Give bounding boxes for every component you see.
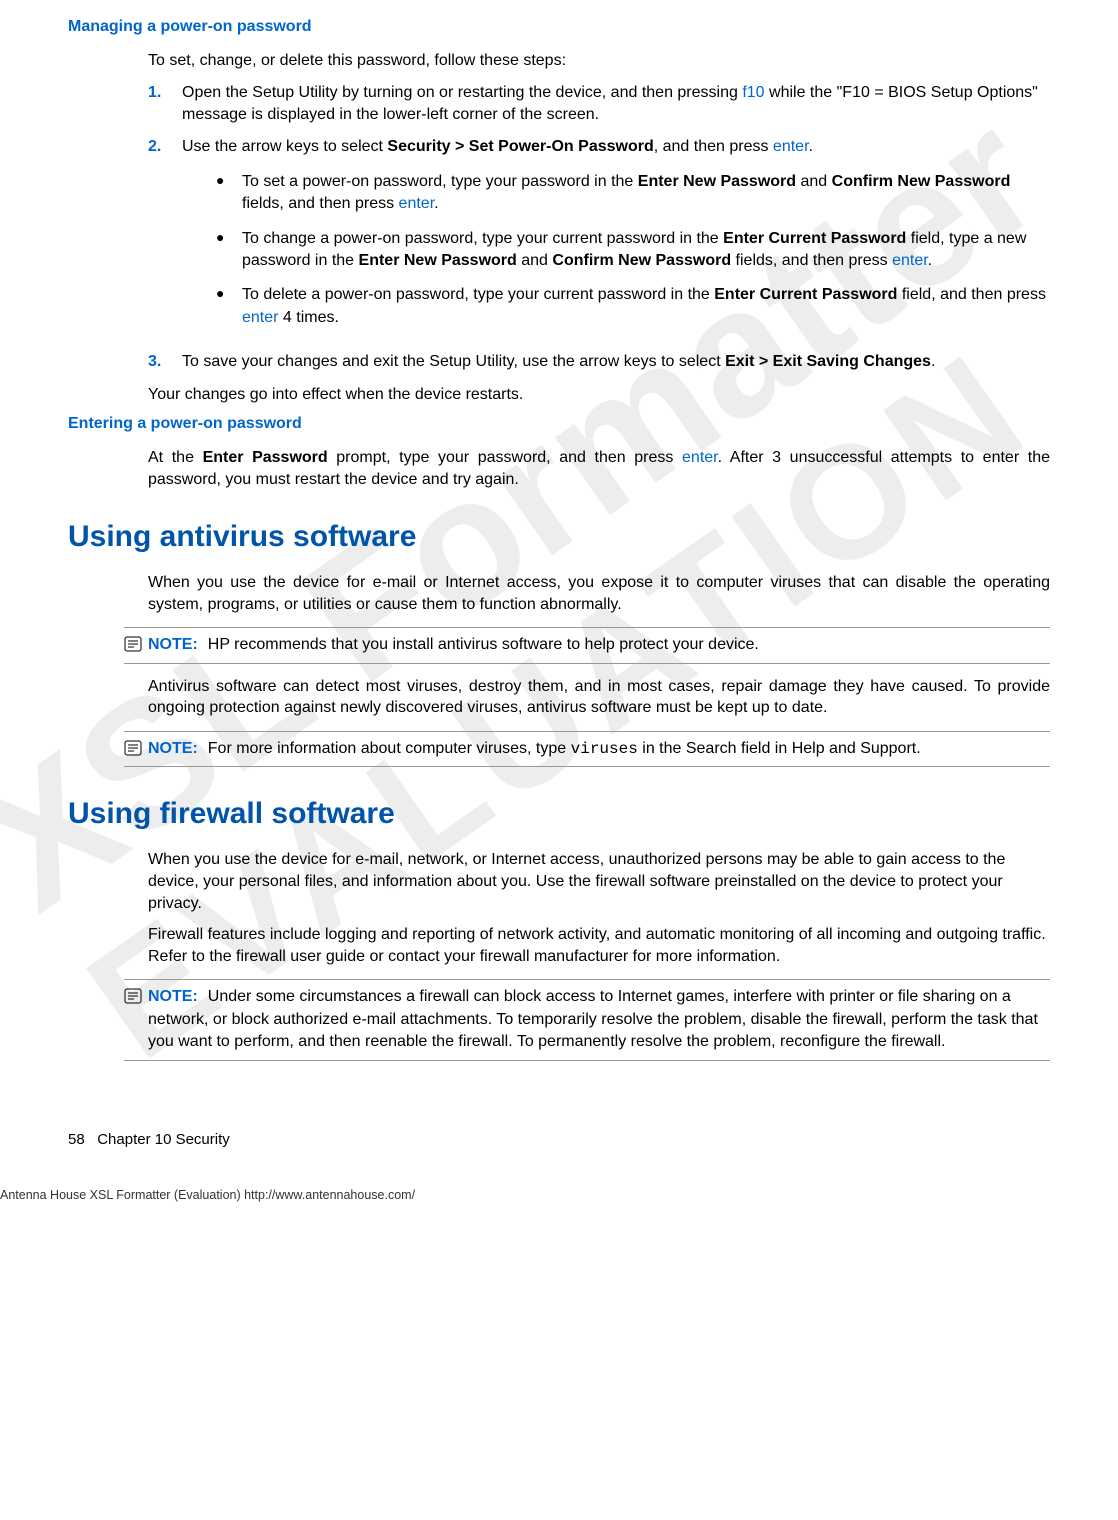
note-content: NOTE:Under some circumstances a firewall… (148, 986, 1050, 1053)
step-text: Open the Setup Utility by turning on or … (182, 82, 1050, 127)
antivirus-p2: Antivirus software can detect most virus… (148, 676, 1050, 719)
note-firewall: NOTE:Under some circumstances a firewall… (124, 979, 1050, 1060)
bullet-icon: ● (216, 228, 242, 273)
formatter-credit: Antenna House XSL Formatter (Evaluation)… (0, 1188, 1050, 1202)
key-enter: enter (682, 449, 718, 466)
firewall-p1: When you use the device for e-mail, netw… (148, 849, 1050, 914)
code-viruses: viruses (571, 740, 638, 758)
steps-list: 1. Open the Setup Utility by turning on … (148, 82, 1050, 374)
bullet-text: To change a power-on password, type your… (242, 228, 1050, 273)
antivirus-p1: When you use the device for e-mail or In… (148, 572, 1050, 615)
entering-text: At the Enter Password prompt, type your … (148, 447, 1050, 490)
bullet-text: To delete a power-on password, type your… (242, 284, 1050, 329)
note-icon (124, 634, 148, 656)
note-label: NOTE: (148, 988, 198, 1005)
page-number: 58 (68, 1131, 85, 1148)
key-enter: enter (399, 195, 435, 212)
note-label: NOTE: (148, 636, 198, 653)
page-footer: 58 Chapter 10 Security (68, 1131, 1050, 1148)
step-text: Use the arrow keys to select Security > … (182, 136, 1050, 341)
note-icon (124, 986, 148, 1053)
bullet-text: To set a power-on password, type your pa… (242, 171, 1050, 216)
step-number: 2. (148, 136, 182, 341)
note-content: NOTE:For more information about computer… (148, 738, 1050, 760)
key-enter: enter (892, 252, 928, 269)
note-content: NOTE:HP recommends that you install anti… (148, 634, 1050, 656)
chapter-label: Chapter 10 Security (97, 1131, 230, 1148)
step-3: 3. To save your changes and exit the Set… (148, 351, 1050, 373)
step-text: To save your changes and exit the Setup … (182, 351, 1050, 373)
key-enter: enter (773, 138, 809, 155)
key-f10: f10 (742, 84, 764, 101)
managing-outro: Your changes go into effect when the dev… (148, 384, 1050, 406)
step-2: 2. Use the arrow keys to select Security… (148, 136, 1050, 341)
bullet-icon: ● (216, 284, 242, 329)
managing-intro: To set, change, or delete this password,… (148, 50, 1050, 72)
bullet-change: ● To change a power-on password, type yo… (216, 228, 1050, 273)
bullet-set: ● To set a power-on password, type your … (216, 171, 1050, 216)
note-antivirus-2: NOTE:For more information about computer… (124, 731, 1050, 767)
page-content: Managing a power-on password To set, cha… (0, 0, 1118, 1242)
bullet-icon: ● (216, 171, 242, 216)
bullet-delete: ● To delete a power-on password, type yo… (216, 284, 1050, 329)
note-icon (124, 738, 148, 760)
firewall-p2: Firewall features include logging and re… (148, 924, 1050, 967)
key-enter: enter (242, 309, 278, 326)
heading-firewall: Using firewall software (68, 797, 1050, 831)
note-antivirus-1: NOTE:HP recommends that you install anti… (124, 627, 1050, 663)
step-1: 1. Open the Setup Utility by turning on … (148, 82, 1050, 127)
heading-managing-password: Managing a power-on password (68, 18, 1050, 36)
step-number: 3. (148, 351, 182, 373)
step-number: 1. (148, 82, 182, 127)
note-label: NOTE: (148, 740, 198, 757)
heading-entering-password: Entering a power-on password (68, 415, 1050, 433)
sub-bullets: ● To set a power-on password, type your … (216, 171, 1050, 329)
heading-antivirus: Using antivirus software (68, 520, 1050, 554)
